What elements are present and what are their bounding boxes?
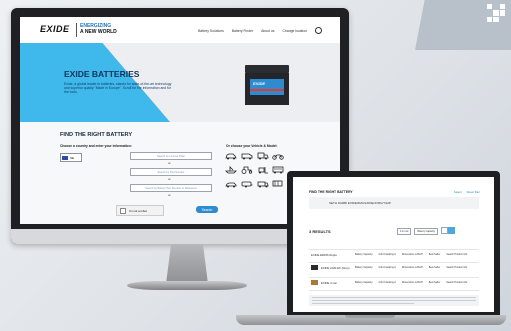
logo-divider [76, 23, 77, 37]
battery-top [245, 65, 289, 73]
vehicle-query: SETH DARBI EXIDE/6MA EXIDE/4VRG/?4HP [329, 201, 391, 205]
result-specs: Battery Capacity Cold Cranking A Dimensi… [355, 253, 467, 256]
spec-cell: Cold Cranking A [378, 253, 396, 256]
country-code: SE [70, 155, 75, 160]
select-link[interactable]: Select [454, 190, 462, 194]
captcha-checkbox[interactable] [120, 207, 126, 214]
site-header: EXIDE ENERGIZING A NEW WORLD Battery Sol… [20, 17, 340, 44]
caravan-icon[interactable] [241, 180, 253, 188]
exide-logo[interactable]: EXIDE [40, 24, 70, 34]
tagline: ENERGIZING A NEW WORLD [80, 23, 117, 35]
nav-battery-finder[interactable]: Battery Finder [232, 29, 253, 33]
monitor-stand [166, 244, 208, 284]
battery-brand: EXIDE [253, 81, 266, 86]
laptop-notch [345, 315, 395, 318]
results-controls: 4 in row Battery Capacity [397, 227, 455, 235]
search-button[interactable]: Search [196, 206, 218, 213]
text-line [312, 297, 476, 298]
motorcycle-icon[interactable] [272, 152, 284, 160]
tractor-icon[interactable] [241, 166, 253, 174]
text-line [312, 300, 476, 301]
bus-icon[interactable] [272, 180, 284, 188]
result-row[interactable]: EXIDE 4 Car Battery Capacity Cold Cranki… [309, 277, 479, 291]
part-number-input[interactable]: Search by Part Number [130, 168, 212, 176]
result-row[interactable]: EXIDE AGM EK (Drop) Battery Capacity Col… [309, 262, 479, 277]
spec-cell: Cold Cranking A [378, 266, 396, 269]
spec-cell: Best Seller [428, 281, 441, 284]
hero-text: Exide, a global leader in batteries, sta… [64, 82, 172, 95]
reset-filter-link[interactable]: Reset filter [467, 190, 480, 194]
laptop-finder-links: Select Reset filter [454, 190, 480, 194]
spec-cell: Best Seller [428, 253, 441, 256]
spec-cell: Dimensions LxWxH [401, 266, 423, 269]
car-icon[interactable] [225, 152, 237, 160]
nav-change-location[interactable]: Change location [282, 29, 307, 33]
hero-banner: EXIDE BATTERIES Exide, a global leader i… [20, 43, 340, 122]
result-specs: Battery Capacity Cold Cranking A Dimensi… [355, 281, 467, 284]
finder-title: FIND THE RIGHT BATTERY [60, 132, 133, 138]
spec-cell: Search Product info [446, 253, 468, 256]
laptop-finder-title: FIND THE RIGHT BATTERY [309, 190, 353, 194]
battery-thumbnail [311, 265, 318, 270]
sort-select[interactable]: Battery Capacity [414, 228, 438, 235]
result-name: EXIDE EB456 Repla [311, 253, 337, 257]
or-separator: or [168, 177, 171, 181]
list-view-icon[interactable] [440, 227, 448, 234]
license-plate-input[interactable]: Search by License Plate [130, 152, 212, 160]
spec-cell: Dimensions LxWxH [401, 253, 423, 256]
finder-left-label: Choose a country and enter your informat… [60, 144, 132, 148]
results-count: 3 RESULTS [309, 229, 331, 234]
rows-select[interactable]: 4 in row [397, 228, 412, 235]
captcha-widget[interactable]: I'm not a robot [116, 205, 164, 216]
forklift-icon[interactable] [257, 166, 269, 174]
result-row[interactable]: EXIDE EB456 Repla Battery Capacity Cold … [309, 249, 479, 262]
spec-cell: Battery Capacity [355, 266, 373, 269]
laptop: FIND THE RIGHT BATTERY Select Reset filt… [287, 171, 500, 315]
monitor-base [127, 281, 247, 290]
view-toggle[interactable] [440, 227, 455, 234]
spec-cell: Battery Capacity [355, 253, 373, 256]
van-icon[interactable] [241, 152, 253, 160]
spec-cell: Dimensions LxWxH [401, 281, 423, 284]
car-icon[interactable] [225, 180, 237, 188]
battery-reference-input[interactable]: Search by Battery Part Number or Referen… [130, 184, 212, 192]
result-name: EXIDE AGM EK (Drop) [321, 266, 350, 270]
disclaimer-box [309, 295, 479, 306]
result-name: EXIDE 4 Car [321, 281, 338, 285]
or-separator: or [168, 161, 171, 165]
or-separator: or [168, 193, 171, 197]
captcha-label: I'm not a robot [129, 208, 147, 213]
battery-image: EXIDE [245, 65, 289, 105]
finder-right-label: Or choose your Vehicle & Model: [226, 144, 278, 148]
nav-battery-solutions[interactable]: Battery Solutions [198, 29, 224, 33]
search-icon[interactable] [315, 27, 322, 34]
vehicle-grid [225, 152, 285, 188]
truck-icon[interactable] [257, 152, 269, 160]
hero-title: EXIDE BATTERIES [64, 69, 140, 79]
spec-cell: Battery Capacity [355, 281, 373, 284]
country-select[interactable]: SE [60, 153, 82, 162]
spec-cell: Search Product info [446, 281, 468, 284]
corner-panel [415, 0, 511, 50]
battery-thumbnail [311, 280, 318, 285]
grid-view-icon[interactable] [447, 227, 455, 234]
boat-icon[interactable] [225, 166, 237, 174]
main-nav: Battery Solutions Battery Finder About u… [198, 27, 322, 34]
battery-stripe [250, 89, 284, 91]
qr-code-icon [487, 4, 505, 22]
nav-about-us[interactable]: About us [261, 29, 274, 33]
spec-cell: Search Product info [446, 266, 468, 269]
text-line [312, 303, 414, 304]
truck-icon[interactable] [257, 180, 269, 188]
result-specs: Battery Capacity Cold Cranking A Dimensi… [355, 266, 467, 269]
vehicle-query-box[interactable]: SETH DARBI EXIDE/6MA EXIDE/4VRG/?4HP [309, 197, 479, 209]
bus-icon[interactable] [272, 166, 284, 174]
spec-cell: Cold Cranking A [378, 281, 396, 284]
tagline-line2: A NEW WORLD [80, 29, 117, 35]
flag-icon [62, 155, 68, 160]
spec-cell: Best Seller [428, 266, 441, 269]
laptop-screen: FIND THE RIGHT BATTERY Select Reset filt… [293, 177, 494, 312]
